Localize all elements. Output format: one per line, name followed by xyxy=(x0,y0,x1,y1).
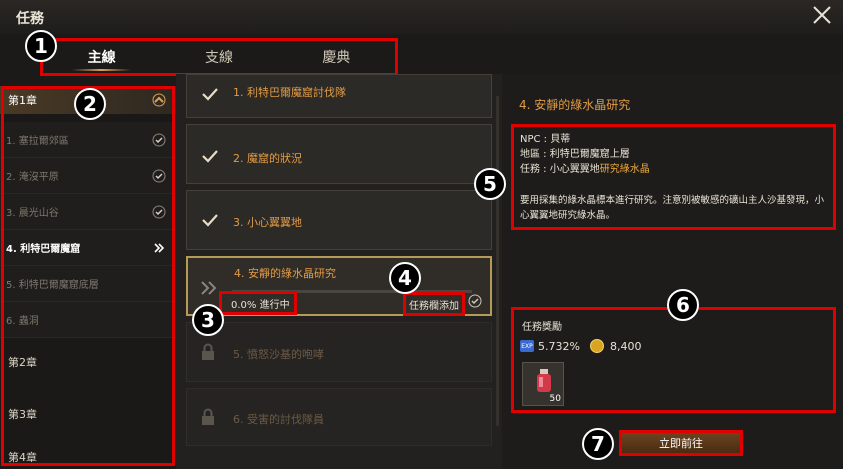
check-icon xyxy=(202,88,218,101)
tab-side[interactable]: 支線 xyxy=(160,41,277,73)
quest-item-3[interactable]: 3. 小心翼翼地 xyxy=(186,190,492,250)
exp-icon: EXP xyxy=(520,340,534,352)
check-icon xyxy=(152,133,166,147)
annotation-badge-5: 5 xyxy=(474,168,506,200)
sidebar-item-3[interactable]: 3. 晨光山谷 xyxy=(0,194,176,230)
double-chevron-right-icon xyxy=(201,281,217,295)
sidebar-item-4[interactable]: 4. 利特巴爾魔窟 xyxy=(0,230,176,266)
annotation-badge-3: 3 xyxy=(192,304,224,336)
annotation-badge-4: 4 xyxy=(389,262,421,294)
sidebar-item-1[interactable]: 1. 塞拉爾郊區 xyxy=(0,122,176,158)
quest-label: 2. 魔窟的狀況 xyxy=(233,152,302,165)
sidebar-item-label: 6. 蟲洞 xyxy=(6,316,39,327)
sidebar-item-2[interactable]: 2. 淹沒平原 xyxy=(0,158,176,194)
reward-title: 任務獎勵 xyxy=(522,322,562,333)
sidebar-item-6[interactable]: 6. 蟲洞 xyxy=(0,302,176,338)
progress-status: 0.0% 進行中 xyxy=(219,291,297,315)
window-title: 任務 xyxy=(16,11,44,27)
chapter-4[interactable]: 第4章 xyxy=(0,446,176,468)
sidebar-item-label: 3. 晨光山谷 xyxy=(6,208,59,219)
double-chevron-right-icon xyxy=(154,243,165,253)
gold-value: 8,400 xyxy=(610,340,642,353)
go-now-button[interactable]: 立即前往 xyxy=(619,430,743,456)
area-line: 地區 : 利特巴爾魔窟上層 xyxy=(520,149,630,160)
scrollbar[interactable] xyxy=(496,96,499,426)
check-icon xyxy=(202,150,218,163)
task-highlight: 研究綠水晶 xyxy=(599,164,650,175)
potion-icon xyxy=(537,369,551,392)
title-bar xyxy=(0,0,843,34)
chapter-label: 第3章 xyxy=(8,408,37,421)
annotation-badge-1: 1 xyxy=(25,30,57,62)
gold-coin-icon xyxy=(590,339,604,353)
annotation-badge-6: 6 xyxy=(667,289,699,321)
quest-description: 要用採集的綠水晶標本進行研究。注意別被敏感的礦山主人沙基發現，小心翼翼地研究綠水… xyxy=(520,195,825,221)
check-icon xyxy=(152,205,166,219)
quest-tabs: 主線 支線 慶典 xyxy=(40,38,398,76)
detail-title: 4. 安靜的綠水晶研究 xyxy=(519,98,631,112)
quest-item-5[interactable]: 5. 憤怒沙基的咆哮 xyxy=(186,322,492,382)
tab-festival[interactable]: 慶典 xyxy=(278,41,395,73)
task-prefix: 任務 : 小心翼翼地 xyxy=(520,164,600,175)
chapter-label: 第1章 xyxy=(8,94,37,107)
check-icon xyxy=(152,169,166,183)
go-now-label: 立即前往 xyxy=(659,437,703,450)
quest-label: 3. 小心翼翼地 xyxy=(233,216,302,229)
progress-text: 0.0% 進行中 xyxy=(231,299,290,311)
quest-item-2[interactable]: 2. 魔窟的狀況 xyxy=(186,124,492,184)
check-icon xyxy=(202,214,218,227)
reward-item-slot[interactable]: 50 xyxy=(522,362,564,406)
lock-icon xyxy=(202,343,214,360)
npc-line: NPC : 貝蒂 xyxy=(520,134,571,145)
add-to-tracker-label: 任務欄添加 xyxy=(409,300,459,312)
sidebar-item-label: 2. 淹沒平原 xyxy=(6,172,59,183)
sidebar-item-label: 5. 利特巴爾魔窟底層 xyxy=(6,280,99,291)
lock-icon xyxy=(202,408,214,425)
chevron-up-icon xyxy=(152,93,166,107)
task-line: 任務 : 小心翼翼地研究綠水晶 xyxy=(520,162,827,177)
quest-item-6[interactable]: 6. 受害的討伐隊員 xyxy=(186,388,492,446)
quest-item-1[interactable]: 1. 利特巴爾魔窟討伐隊 xyxy=(186,74,492,118)
exp-value: 5.732% xyxy=(538,340,580,353)
check-circle-icon[interactable] xyxy=(468,294,482,308)
annotation-badge-2: 2 xyxy=(74,88,106,120)
chapter-label: 第4章 xyxy=(8,451,37,464)
quest-info-box: NPC : 貝蒂 地區 : 利特巴爾魔窟上層 任務 : 小心翼翼地研究綠水晶 要… xyxy=(511,124,836,230)
annotation-badge-7: 7 xyxy=(582,428,614,460)
quest-label: 4. 安靜的綠水晶研究 xyxy=(234,267,336,280)
close-icon[interactable] xyxy=(811,4,833,26)
item-count: 50 xyxy=(549,394,561,404)
sidebar-item-label: 4. 利特巴爾魔窟 xyxy=(6,244,81,255)
chapter-3[interactable]: 第3章 xyxy=(0,400,176,428)
sidebar-item-5[interactable]: 5. 利特巴爾魔窟底層 xyxy=(0,266,176,302)
quest-label: 1. 利特巴爾魔窟討伐隊 xyxy=(233,86,346,99)
add-to-tracker-button[interactable]: 任務欄添加 xyxy=(403,292,465,316)
quest-label: 6. 受害的討伐隊員 xyxy=(233,413,324,426)
quest-label: 5. 憤怒沙基的咆哮 xyxy=(233,348,324,361)
tab-main[interactable]: 主線 xyxy=(43,41,160,73)
chapter-2[interactable]: 第2章 xyxy=(0,348,176,376)
sidebar-item-label: 1. 塞拉爾郊區 xyxy=(6,136,69,147)
chapter-label: 第2章 xyxy=(8,356,37,369)
